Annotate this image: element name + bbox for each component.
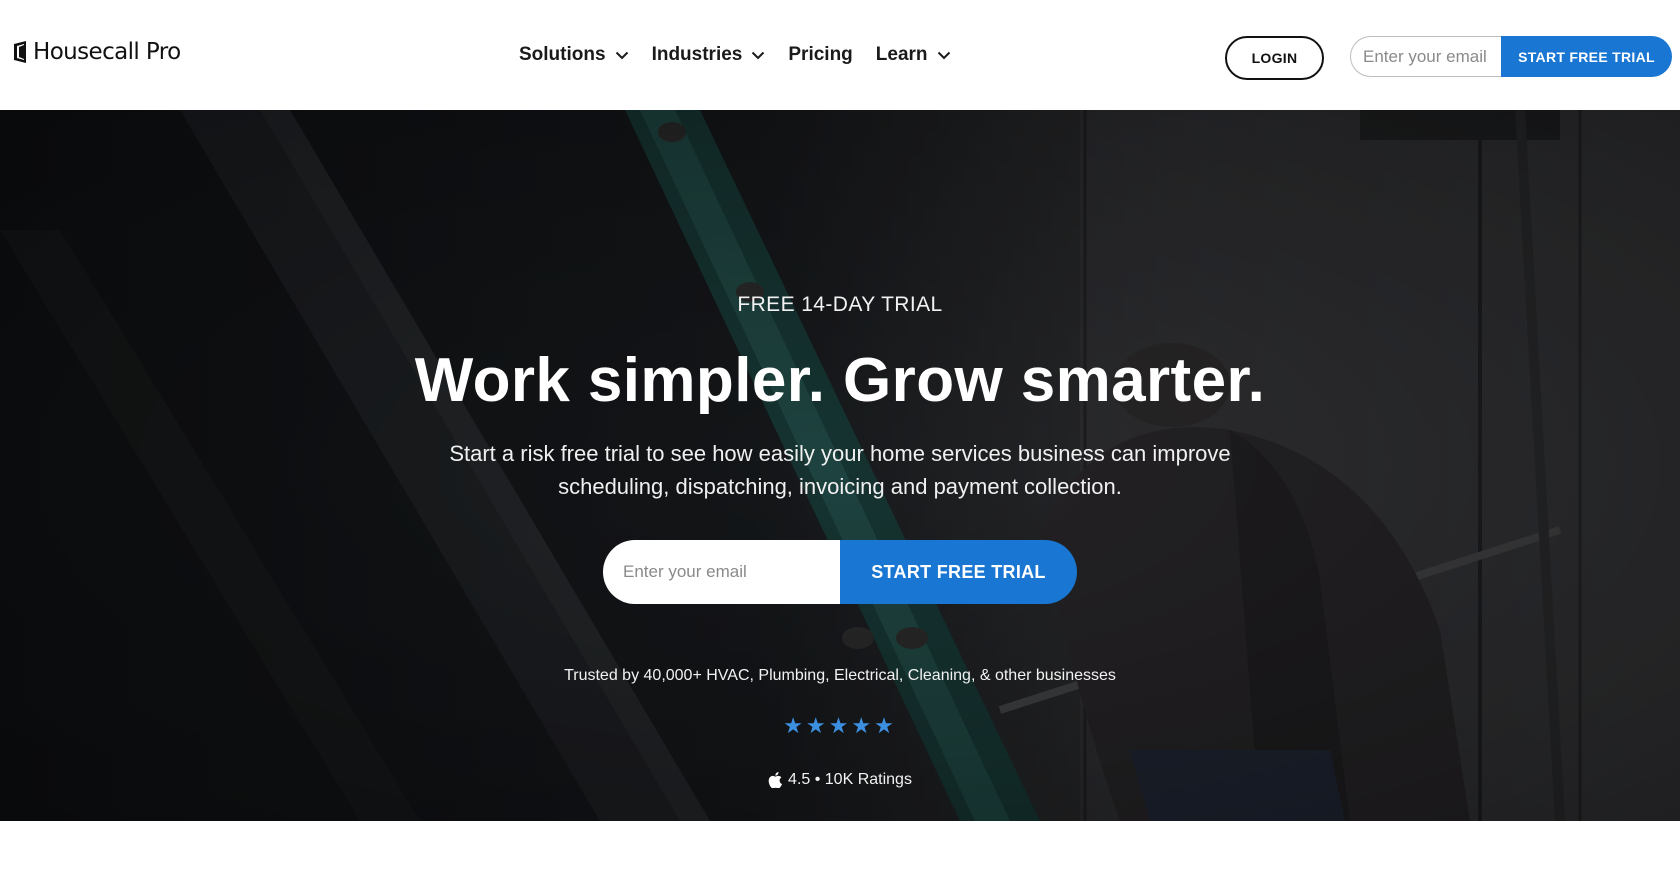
site-header: Housecall Pro Solutions Industries Prici… (0, 0, 1680, 110)
hero-content: FREE 14-DAY TRIAL Work simpler. Grow sma… (0, 110, 1680, 821)
chevron-down-icon (615, 51, 628, 59)
housecall-pro-logo[interactable]: Housecall Pro (13, 40, 181, 64)
chevron-down-icon (752, 51, 765, 59)
nav-industries-label: Industries (651, 44, 743, 65)
hero-email-input[interactable] (603, 540, 840, 604)
header-email-input[interactable] (1350, 36, 1501, 77)
hero-section: FREE 14-DAY TRIAL Work simpler. Grow sma… (0, 110, 1680, 821)
hero-subhead: Start a risk free trial to see how easil… (449, 441, 1231, 499)
trusted-by-text: Trusted by 40,000+ HVAC, Plumbing, Elect… (564, 667, 1116, 684)
hero-signup-form: START FREE TRIAL (603, 540, 1077, 604)
apple-icon (768, 772, 783, 788)
chevron-down-icon (937, 51, 950, 59)
nav-learn[interactable]: Learn (876, 42, 951, 68)
nav-pricing[interactable]: Pricing (788, 42, 852, 68)
logo-text: Housecall Pro (33, 38, 181, 65)
housecall-logo-icon (14, 41, 26, 63)
star-rating: ★★★★★ (783, 714, 897, 739)
nav-industries[interactable]: Industries (652, 42, 766, 68)
nav-solutions-label: Solutions (519, 44, 606, 65)
rating-text: 4.5 • 10K Ratings (788, 771, 912, 788)
main-nav: Solutions Industries Pricing Learn (519, 42, 974, 68)
hero-start-trial-button[interactable]: START FREE TRIAL (840, 540, 1077, 604)
login-button[interactable]: LOGIN (1225, 36, 1324, 80)
app-store-rating: 4.5 • 10K Ratings (0, 771, 1680, 789)
nav-pricing-label: Pricing (788, 44, 853, 65)
hero-headline: Work simpler. Grow smarter. (414, 346, 1266, 415)
header-signup-form: START FREE TRIAL (1350, 36, 1672, 77)
header-start-trial-button[interactable]: START FREE TRIAL (1501, 36, 1672, 77)
nav-solutions[interactable]: Solutions (519, 42, 629, 68)
nav-learn-label: Learn (875, 44, 928, 65)
trial-eyebrow: FREE 14-DAY TRIAL (737, 293, 943, 316)
